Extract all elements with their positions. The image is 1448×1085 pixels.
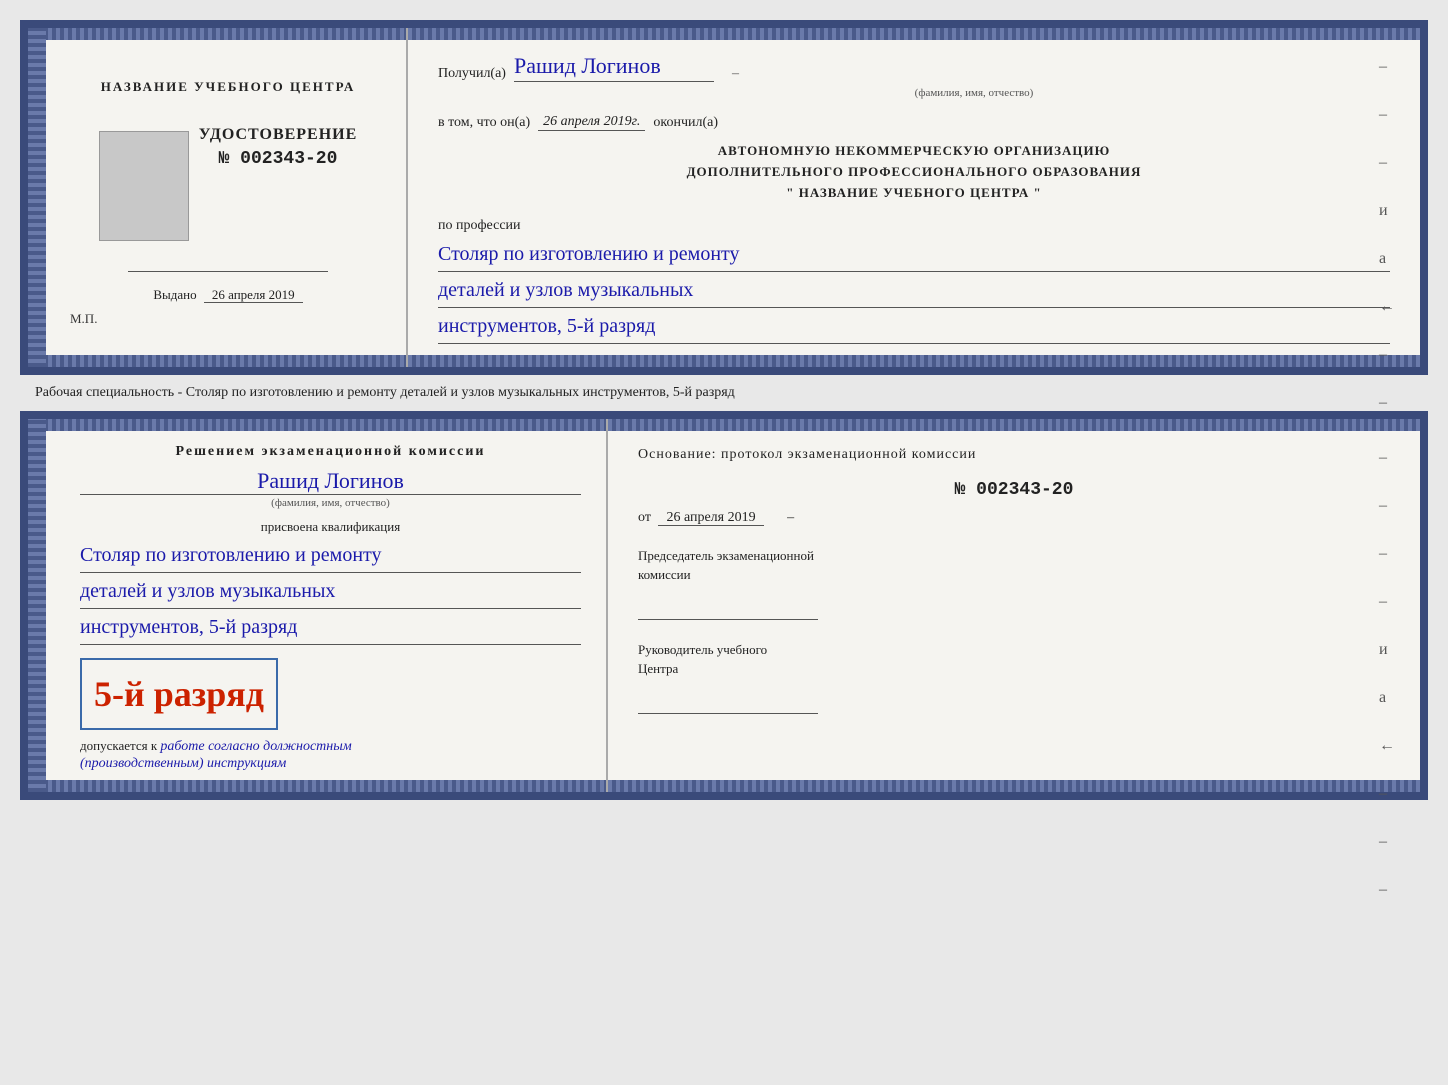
rukovoditel-label: Руководитель учебного Центра [638,640,1390,679]
qualification-box: 5-й разряд [80,658,278,730]
rukovoditel-signature-line [638,694,818,714]
vydano-row: Выдано 26 апреля 2019 [153,287,302,303]
prisvoena-label: присвоена квалификация [80,519,581,535]
separator-label: Рабочая специальность - Столяр по изгото… [20,375,1428,411]
a-letter: а [1379,250,1395,268]
org-line-1: АВТОНОМНУЮ НЕКОММЕРЧЕСКУЮ ОРГАНИЗАЦИЮ [438,141,1390,162]
org-line-3: " НАЗВАНИЕ УЧЕБНОГО ЦЕНТРА " [438,183,1390,204]
profession-line-2: деталей и узлов музыкальных [438,275,1390,308]
dash-4: – [1379,346,1395,364]
b-dash-1: – [1379,449,1395,467]
cert-number: № 002343-20 [219,149,338,169]
separator-text: Рабочая специальность - Столяр по изгото… [35,385,735,400]
left-side-strip [28,28,46,367]
ot-label: от [638,510,651,525]
org-block: АВТОНОМНУЮ НЕКОММЕРЧЕСКУЮ ОРГАНИЗАЦИЮ ДО… [438,141,1390,203]
top-doc-left-panel: НАЗВАНИЕ УЧЕБНОГО ЦЕНТРА УДОСТОВЕРЕНИЕ №… [28,28,408,367]
dopuskaetsya-text: работе согласно должностным [160,739,351,754]
b-dash-2: – [1379,497,1395,515]
i-letter: и [1379,202,1395,220]
dash-3: – [1379,154,1395,172]
bottom-doc-right: – – – – и а ← – – – Основание: протокол … [608,419,1420,792]
ot-date-value: 26 апреля 2019 [658,510,763,526]
bottom-recipient-name: Рашид Логинов [80,468,581,495]
page-container: НАЗВАНИЕ УЧЕБНОГО ЦЕНТРА УДОСТОВЕРЕНИЕ №… [20,20,1428,800]
top-document: НАЗВАНИЕ УЧЕБНОГО ЦЕНТРА УДОСТОВЕРЕНИЕ №… [20,20,1428,375]
bottom-qual-line-3: инструментов, 5-й разряд [80,612,581,645]
b-i-letter: и [1379,641,1395,659]
ot-dash: – [787,510,794,525]
photo-placeholder [99,131,189,241]
dash-1: – [1379,58,1395,76]
predsedatel-block: Председатель экзаменационной комиссии [638,546,1390,620]
bottom-right-dashes: – – – – и а ← – – – [1379,449,1395,899]
dash-2: – [1379,106,1395,124]
b-dash-5: – [1379,785,1395,803]
vydano-label: Выдано [153,287,196,302]
b-a-letter: а [1379,689,1395,707]
big-rank-text: 5-й разряд [94,673,264,715]
rukovoditel-block: Руководитель учебного Центра [638,640,1390,714]
predsedatel-label: Председатель экзаменационной комиссии [638,546,1390,585]
osnovanie-title: Основание: протокол экзаменационной коми… [638,444,1390,465]
poluchil-text: Получил(а) [438,66,506,82]
vydano-date: 26 апреля 2019 [204,287,303,303]
school-name-label: НАЗВАНИЕ УЧЕБНОГО ЦЕНТРА [101,78,356,96]
bottom-doc-left: Решением экзаменационной комиссии Рашид … [28,419,608,792]
bottom-fio-label: (фамилия, имя, отчество) [80,497,581,509]
po-professii-label: по профессии [438,218,1390,234]
mp-label: М.П. [48,311,97,327]
predsedatel-signature-line [638,600,818,620]
bottom-document: Решением экзаменационной комиссии Рашид … [20,411,1428,800]
top-doc-right-panel: – – – и а ← – – – Получил(а) Рашид Логин… [408,28,1420,367]
dopuskaetsya-prefix: допускается к [80,738,157,753]
bottom-qual-line-1: Столяр по изготовлению и ремонту [80,540,581,573]
fio-label: (фамилия, имя, отчество) [558,87,1390,99]
resheniem-title: Решением экзаменационной комиссии [80,444,581,460]
v-tom-row: в том, что он(а) 26 апреля 2019г. окончи… [438,114,1390,131]
org-line-2: ДОПОЛНИТЕЛЬНОГО ПРОФЕССИОНАЛЬНОГО ОБРАЗО… [438,162,1390,183]
name-dash: – [732,66,739,82]
recipient-name: Рашид Логинов [514,53,714,82]
b-arrow: ← [1379,737,1395,755]
profession-line-1: Столяр по изготовлению и ремонту [438,239,1390,272]
cert-title: УДОСТОВЕРЕНИЕ [199,126,358,144]
b-dash-3: – [1379,545,1395,563]
dopuskaetsya-text-2: (производственным) инструкциям [80,756,286,771]
profession-line-3: инструментов, 5-й разряд [438,311,1390,344]
bottom-qual-line-2: деталей и узлов музыкальных [80,576,581,609]
okonchill-text: окончил(а) [653,115,718,131]
b-dash-4: – [1379,593,1395,611]
protocol-number: № 002343-20 [638,480,1390,500]
b-dash-6: – [1379,833,1395,851]
recipient-row: Получил(а) Рашид Логинов – [438,53,1390,82]
v-tom-text: в том, что он(а) [438,115,530,131]
dash-5: – [1379,394,1395,412]
cert-date: 26 апреля 2019г. [538,114,645,131]
bottom-left-strip [28,419,46,792]
b-dash-7: – [1379,881,1395,899]
ot-date: от 26 апреля 2019 – [638,510,1390,526]
right-dashes: – – – и а ← – – – [1379,58,1395,460]
dopuskaetsya-row: допускается к работе согласно должностны… [80,738,581,772]
arrow-symbol: ← [1379,298,1395,316]
